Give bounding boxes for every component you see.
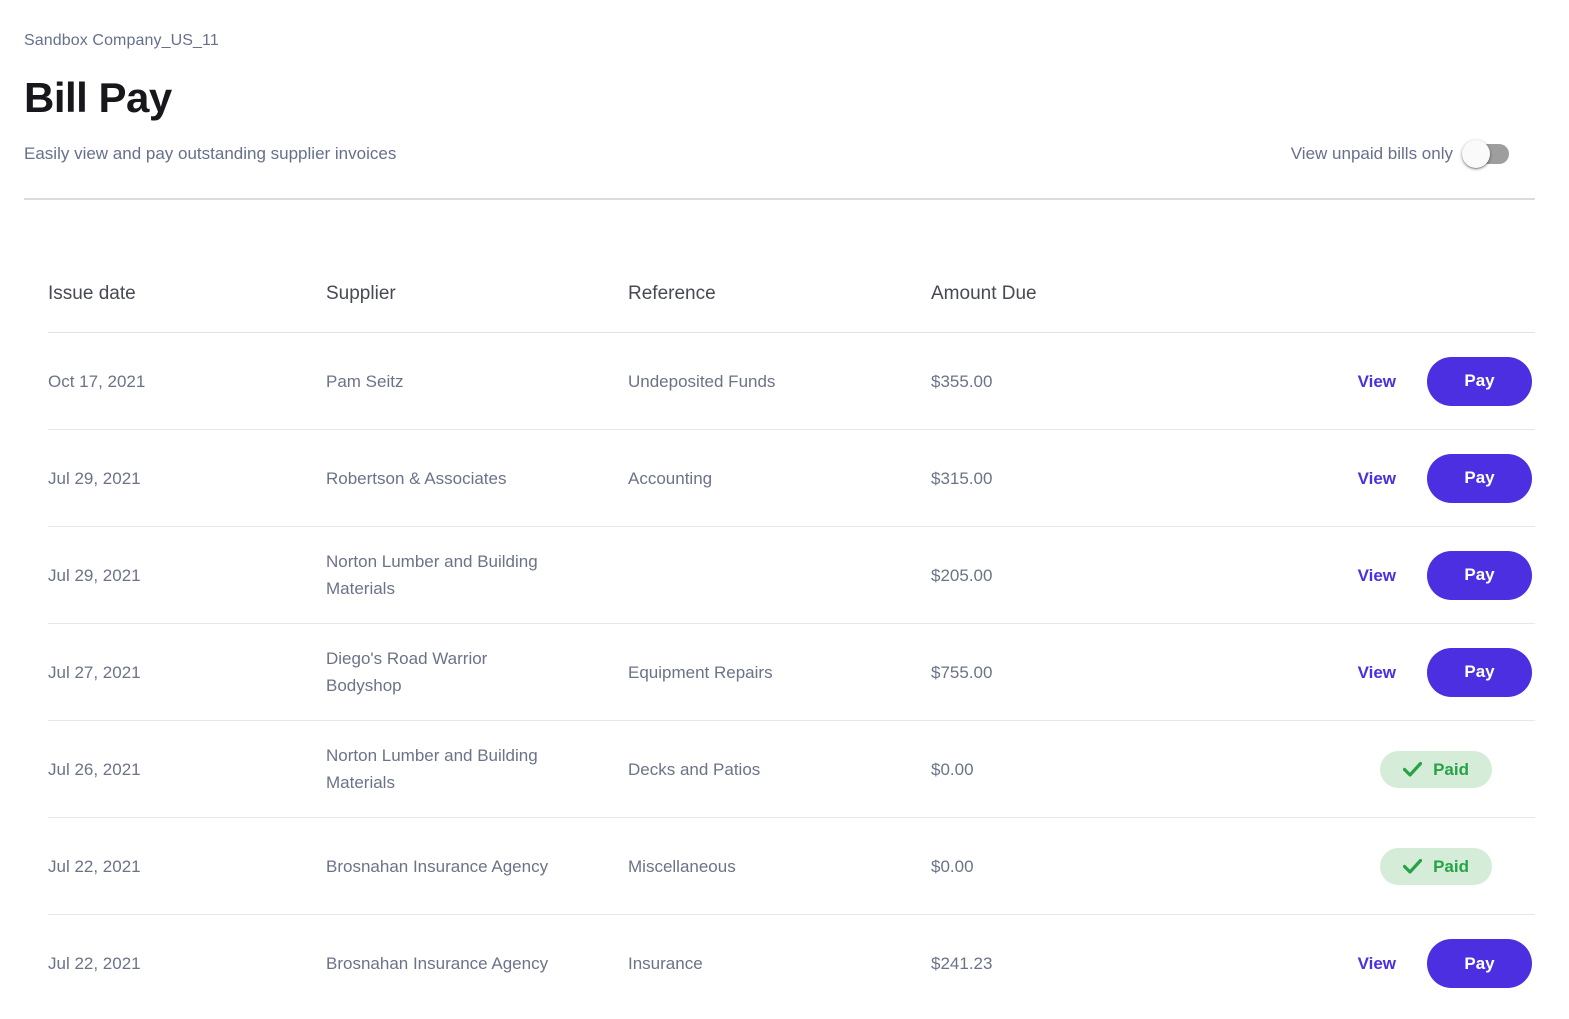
table-row: Jul 22, 2021 Brosnahan Insurance Agency …	[48, 915, 1535, 1012]
supplier-cell: Pam Seitz	[326, 371, 404, 391]
table-header-row: Issue date Supplier Reference Amount Due	[48, 256, 1535, 333]
supplier-cell: Norton Lumber and Building Materials	[326, 552, 538, 598]
view-link[interactable]: View	[1358, 659, 1396, 686]
amount-due-cell: $0.00	[931, 856, 974, 876]
amount-due-cell: $205.00	[931, 565, 993, 585]
view-link[interactable]: View	[1358, 465, 1396, 492]
column-header-amount-due: Amount Due	[931, 283, 1037, 304]
pay-button[interactable]: Pay	[1427, 647, 1532, 697]
check-icon	[1403, 858, 1423, 874]
table-row: Jul 22, 2021 Brosnahan Insurance Agency …	[48, 818, 1535, 915]
supplier-cell: Diego's Road Warrior Bodyshop	[326, 649, 488, 695]
issue-date-cell: Jul 22, 2021	[48, 856, 141, 876]
row-actions: Paid	[1171, 847, 1535, 885]
row-actions: Paid	[1171, 750, 1535, 788]
view-link[interactable]: View	[1358, 562, 1396, 589]
amount-due-cell: $315.00	[931, 468, 993, 488]
supplier-cell: Norton Lumber and Building Materials	[326, 746, 538, 792]
unpaid-filter: View unpaid bills only	[1291, 140, 1509, 168]
pay-button[interactable]: Pay	[1427, 550, 1532, 600]
amount-due-cell: $241.23	[931, 954, 993, 973]
amount-due-cell: $755.00	[931, 662, 993, 682]
table-row: Jul 27, 2021 Diego's Road Warrior Bodysh…	[48, 624, 1535, 721]
row-actions: View Pay	[1171, 453, 1535, 503]
subtitle-row: Easily view and pay outstanding supplier…	[24, 140, 1545, 168]
issue-date-cell: Oct 17, 2021	[48, 371, 146, 391]
table-row: Jul 29, 2021 Norton Lumber and Building …	[48, 527, 1535, 624]
check-icon	[1403, 761, 1423, 777]
reference-cell: Decks and Patios	[628, 759, 761, 779]
table-row: Jul 26, 2021 Norton Lumber and Building …	[48, 721, 1535, 818]
toggle-knob-icon	[1462, 140, 1490, 168]
issue-date-cell: Jul 22, 2021	[48, 954, 141, 973]
page-subtitle: Easily view and pay outstanding supplier…	[24, 144, 397, 163]
pay-button[interactable]: Pay	[1427, 939, 1532, 988]
paid-badge-label: Paid	[1433, 856, 1469, 876]
pay-button[interactable]: Pay	[1427, 453, 1532, 503]
reference-cell: Miscellaneous	[628, 856, 736, 876]
reference-cell: Equipment Repairs	[628, 662, 773, 682]
paid-badge: Paid	[1380, 750, 1492, 788]
company-name: Sandbox Company_US_11	[24, 32, 219, 49]
row-actions: View Pay	[1171, 356, 1535, 406]
bills-table: Issue date Supplier Reference Amount Due…	[24, 256, 1535, 1012]
column-header-reference: Reference	[628, 283, 716, 304]
reference-cell: Undeposited Funds	[628, 371, 776, 391]
issue-date-cell: Jul 29, 2021	[48, 565, 141, 585]
row-actions: View Pay	[1171, 647, 1535, 697]
issue-date-cell: Jul 29, 2021	[48, 468, 141, 488]
unpaid-filter-toggle[interactable]	[1462, 140, 1509, 168]
amount-due-cell: $0.00	[931, 759, 974, 779]
bill-pay-page: Sandbox Company_US_11 Bill Pay Easily vi…	[0, 0, 1569, 1019]
page-header: Sandbox Company_US_11 Bill Pay Easily vi…	[0, 0, 1569, 168]
paid-badge-label: Paid	[1433, 759, 1469, 779]
header-divider	[24, 198, 1535, 200]
reference-cell: Insurance	[628, 954, 703, 973]
amount-due-cell: $355.00	[931, 371, 993, 391]
column-header-supplier: Supplier	[326, 283, 396, 304]
paid-badge: Paid	[1380, 847, 1492, 885]
issue-date-cell: Jul 26, 2021	[48, 759, 141, 779]
column-header-issue-date: Issue date	[48, 283, 136, 304]
table-row: Jul 29, 2021 Robertson & Associates Acco…	[48, 430, 1535, 527]
supplier-cell: Brosnahan Insurance Agency	[326, 954, 549, 973]
row-actions: View Pay	[1171, 550, 1535, 600]
unpaid-filter-label: View unpaid bills only	[1290, 144, 1453, 163]
view-link[interactable]: View	[1358, 368, 1396, 395]
table-body: Oct 17, 2021 Pam Seitz Undeposited Funds…	[48, 333, 1535, 1012]
reference-cell: Accounting	[628, 468, 713, 488]
row-actions: View Pay	[1171, 939, 1535, 988]
supplier-cell: Brosnahan Insurance Agency	[326, 856, 549, 876]
view-link[interactable]: View	[1358, 950, 1396, 977]
issue-date-cell: Jul 27, 2021	[48, 662, 141, 682]
supplier-cell: Robertson & Associates	[326, 468, 507, 488]
page-title: Bill Pay	[24, 74, 172, 121]
table-row: Oct 17, 2021 Pam Seitz Undeposited Funds…	[48, 333, 1535, 430]
pay-button[interactable]: Pay	[1427, 356, 1532, 406]
